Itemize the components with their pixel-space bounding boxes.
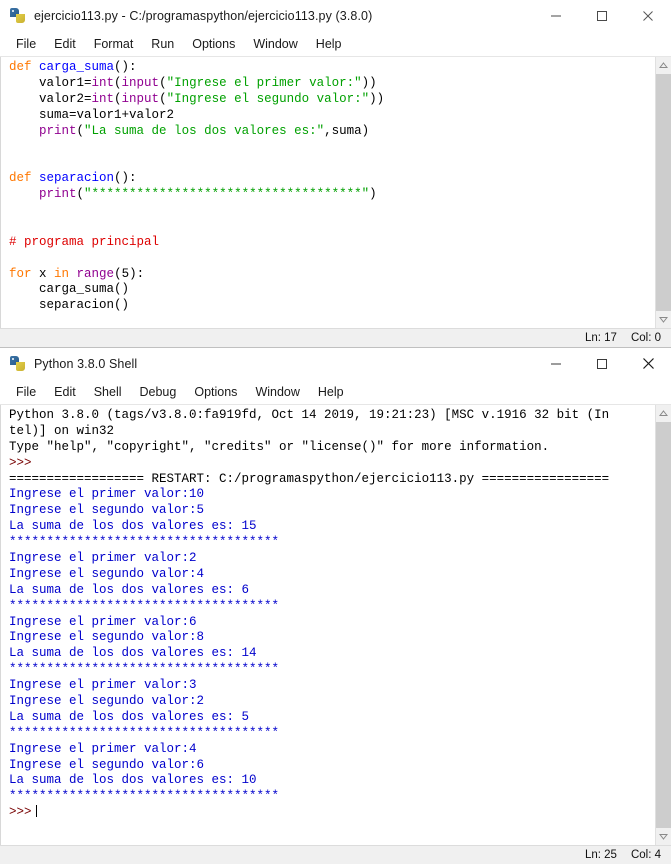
code-line: print("La suma de los dos valores es:",s… <box>39 123 370 138</box>
menu-window[interactable]: Window <box>244 35 306 53</box>
shell-body: Python 3.8.0 (tags/v3.8.0:fa919fd, Oct 1… <box>0 405 671 845</box>
scroll-down-icon[interactable] <box>655 828 671 845</box>
shell-line: ************************************ <box>9 598 280 613</box>
maximize-icon[interactable] <box>579 348 625 380</box>
code-line: carga_suma() <box>9 282 130 297</box>
shell-column-indicator: Col: 4 <box>630 849 661 861</box>
shell-menubar: File Edit Shell Debug Options Window Hel… <box>0 380 671 405</box>
shell-line: La suma de los dos valores es: 10 <box>9 773 257 788</box>
idle-application: ejercicio113.py - C:/programaspython/eje… <box>0 0 671 864</box>
maximize-icon[interactable] <box>579 0 625 32</box>
editor-window-controls <box>533 0 671 32</box>
scroll-up-icon[interactable] <box>655 405 671 422</box>
menu-debug[interactable]: Debug <box>131 383 186 401</box>
menu-options[interactable]: Options <box>185 383 246 401</box>
shell-line: Ingrese el segundo valor:8 <box>9 630 205 645</box>
shell-line: Python 3.8.0 (tags/v3.8.0:fa919fd, Oct 1… <box>9 408 610 422</box>
shell-title: Python 3.8.0 Shell <box>34 356 138 371</box>
shell-line: Ingrese el primer valor:6 <box>9 614 197 629</box>
editor-scroll-thumb[interactable] <box>655 74 671 311</box>
editor-body: def carga_suma(): valor1=int(input("Ingr… <box>0 57 671 328</box>
shell-prompt: >>> <box>9 805 32 820</box>
shell-line: ================== RESTART: C:/programas… <box>9 471 610 486</box>
shell-line: Ingrese el segundo valor:6 <box>9 757 205 772</box>
menu-shell[interactable]: Shell <box>85 383 131 401</box>
menu-format[interactable]: Format <box>85 35 143 53</box>
shell-line: Ingrese el primer valor:2 <box>9 551 197 566</box>
shell-line: tel)] on win32 <box>9 423 115 438</box>
editor-scrollbar[interactable] <box>655 57 671 328</box>
editor-column-indicator: Col: 0 <box>630 332 661 344</box>
menu-options[interactable]: Options <box>183 35 244 53</box>
code-line: valor2=int(input("Ingrese el segundo val… <box>9 91 385 106</box>
shell-line: Ingrese el segundo valor:5 <box>9 503 205 518</box>
shell-line: ************************************ <box>9 662 280 677</box>
menu-window[interactable]: Window <box>246 383 308 401</box>
editor-statusbar: Ln: 17 Col: 0 <box>0 328 671 347</box>
menu-help[interactable]: Help <box>307 35 351 53</box>
code-line: suma=valor1+valor2 <box>9 107 175 122</box>
shell-line: Ingrese el primer valor:3 <box>9 678 197 693</box>
menu-file[interactable]: File <box>7 383 45 401</box>
menu-run[interactable]: Run <box>142 35 183 53</box>
editor-menubar: File Edit Format Run Options Window Help <box>0 32 671 57</box>
menu-edit[interactable]: Edit <box>45 383 85 401</box>
code-line: # programa principal <box>9 234 160 249</box>
close-icon[interactable] <box>625 0 671 32</box>
shell-line: La suma de los dos valores es: 14 <box>9 646 257 661</box>
shell-line: ************************************ <box>9 725 280 740</box>
minimize-icon[interactable] <box>533 348 579 380</box>
python-logo-icon <box>9 355 27 373</box>
shell-output-text[interactable]: Python 3.8.0 (tags/v3.8.0:fa919fd, Oct 1… <box>0 405 655 845</box>
shell-line: Ingrese el segundo valor:4 <box>9 566 205 581</box>
editor-line-indicator: Ln: 17 <box>584 332 617 344</box>
menu-edit[interactable]: Edit <box>45 35 85 53</box>
shell-titlebar[interactable]: Python 3.8.0 Shell <box>0 348 671 380</box>
code-editor-text[interactable]: def carga_suma(): valor1=int(input("Ingr… <box>0 57 655 328</box>
shell-line: ************************************ <box>9 535 280 550</box>
code-line: print("*********************************… <box>39 187 377 202</box>
shell-line: Ingrese el primer valor:4 <box>9 741 197 756</box>
shell-statusbar: Ln: 25 Col: 4 <box>0 845 671 864</box>
code-line: separacion() <box>9 298 130 313</box>
python-logo-icon <box>9 7 27 25</box>
shell-window: Python 3.8.0 Shell File Edit Shell Debug… <box>0 348 671 864</box>
shell-line: ************************************ <box>9 789 280 804</box>
shell-prompt-line[interactable]: >>> <box>9 805 655 821</box>
shell-window-controls <box>533 348 671 380</box>
editor-scroll-track[interactable] <box>655 74 671 311</box>
code-line: def separacion(): <box>9 171 137 186</box>
code-line: valor1=int(input("Ingrese el primer valo… <box>9 75 377 90</box>
scroll-down-icon[interactable] <box>655 311 671 328</box>
shell-scroll-thumb[interactable] <box>655 422 671 828</box>
shell-line: Ingrese el primer valor:10 <box>9 487 205 502</box>
shell-line: Ingrese el segundo valor:2 <box>9 694 205 709</box>
code-line: for x in range(5): <box>9 266 145 281</box>
shell-scrollbar[interactable] <box>655 405 671 845</box>
menu-file[interactable]: File <box>7 35 45 53</box>
shell-scroll-track[interactable] <box>655 422 671 828</box>
menu-help[interactable]: Help <box>309 383 353 401</box>
shell-line-indicator: Ln: 25 <box>584 849 617 861</box>
shell-line: La suma de los dos valores es: 5 <box>9 709 250 724</box>
close-icon[interactable] <box>625 348 671 380</box>
shell-line: La suma de los dos valores es: 15 <box>9 519 257 534</box>
minimize-icon[interactable] <box>533 0 579 32</box>
editor-titlebar[interactable]: ejercicio113.py - C:/programaspython/eje… <box>0 0 671 32</box>
shell-line: Type "help", "copyright", "credits" or "… <box>9 439 550 454</box>
shell-line: La suma de los dos valores es: 6 <box>9 582 250 597</box>
scroll-up-icon[interactable] <box>655 57 671 74</box>
editor-title: ejercicio113.py - C:/programaspython/eje… <box>34 8 373 23</box>
text-cursor <box>35 805 38 818</box>
shell-line: >>> <box>9 455 40 470</box>
editor-window: ejercicio113.py - C:/programaspython/eje… <box>0 0 671 348</box>
code-line: def carga_suma(): <box>9 60 137 74</box>
